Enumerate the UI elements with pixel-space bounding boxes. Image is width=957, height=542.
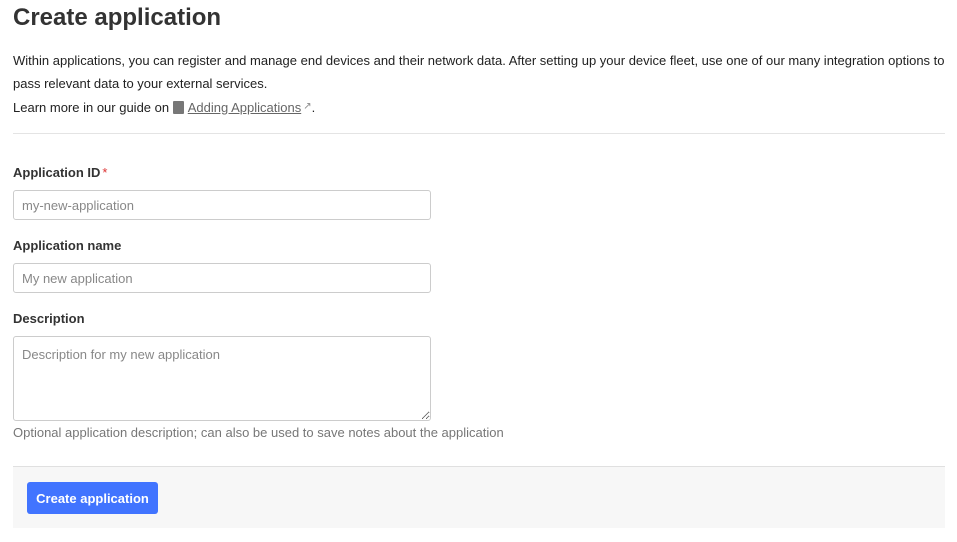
intro-text: Within applications, you can register an… bbox=[13, 49, 948, 119]
adding-applications-link[interactable]: Adding Applications bbox=[188, 100, 301, 115]
application-name-input[interactable] bbox=[13, 263, 431, 293]
learn-more-prefix: Learn more in our guide on bbox=[13, 100, 170, 115]
application-id-label-text: Application ID bbox=[13, 165, 101, 180]
application-name-label: Application name bbox=[13, 238, 122, 253]
page-title: Create application bbox=[13, 4, 222, 31]
application-id-label: Application ID * bbox=[13, 165, 107, 180]
external-link-icon: ↗ bbox=[303, 101, 312, 112]
learn-more-suffix: . bbox=[311, 100, 316, 115]
description-hint: Optional application description; can al… bbox=[13, 425, 504, 440]
intro-description: Within applications, you can register an… bbox=[13, 53, 945, 91]
form-footer: Create application bbox=[13, 466, 945, 528]
application-id-input[interactable] bbox=[13, 190, 431, 220]
description-label: Description bbox=[13, 311, 85, 326]
divider bbox=[13, 133, 945, 134]
book-icon bbox=[172, 101, 184, 114]
create-application-button[interactable]: Create application bbox=[27, 482, 158, 514]
required-mark: * bbox=[102, 165, 108, 180]
description-textarea[interactable] bbox=[13, 336, 431, 421]
